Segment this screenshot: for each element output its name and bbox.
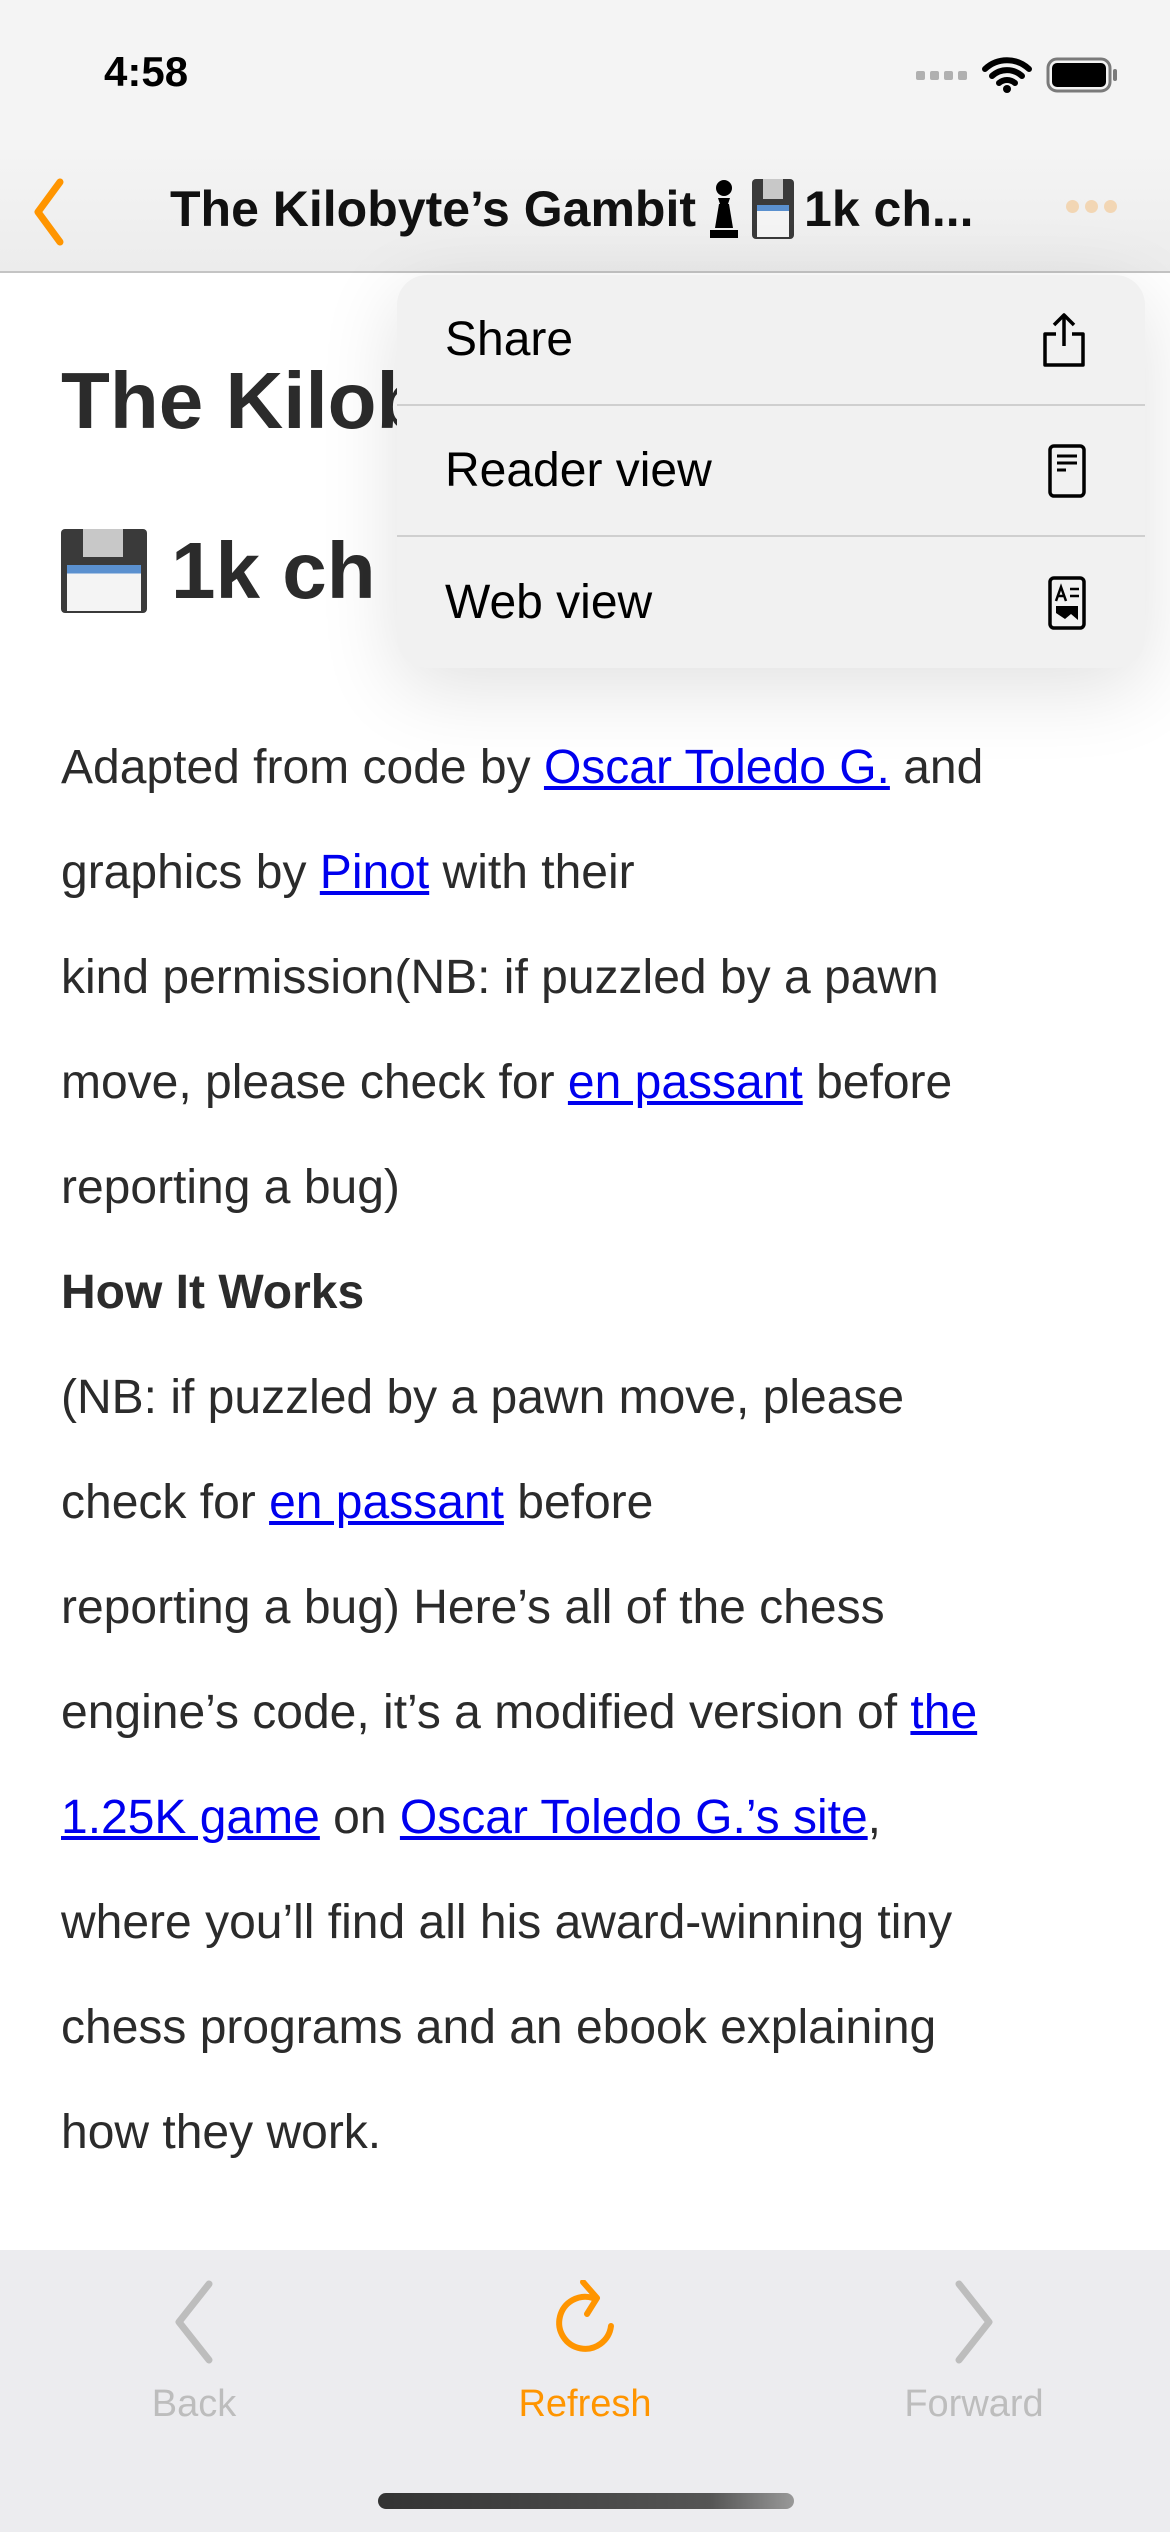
text-segment: check for <box>61 1476 270 1529</box>
text-link[interactable]: Oscar Toledo G. <box>544 741 890 794</box>
menu-item-reader-view[interactable]: Reader view <box>397 406 1145 537</box>
paragraph-line: check for en passant before <box>61 1475 653 1530</box>
paragraph-line: move, please check for en passant before <box>61 1055 952 1110</box>
paragraph-line: (NB: if puzzled by a pawn move, please <box>61 1370 904 1425</box>
paragraph-line: how they work. <box>61 2105 381 2160</box>
text-segment: engine’s code, it’s a modified version o… <box>61 1686 911 1739</box>
more-options-button[interactable] <box>1066 200 1117 213</box>
bottom-toolbar: Back Refresh Forward <box>0 2250 1170 2532</box>
chess-pawn-icon <box>710 180 739 238</box>
text-segment: where you’ll find all his award-winning … <box>61 1896 953 1949</box>
back-button[interactable]: Back <box>74 2280 314 2426</box>
text-link[interactable]: the <box>910 1686 977 1739</box>
text-segment: , <box>867 1791 882 1844</box>
text-segment: graphics by <box>61 846 320 899</box>
status-bar: 4:58 <box>0 0 1170 150</box>
menu-item-web-view[interactable]: Web view <box>397 537 1145 668</box>
text-segment: reporting a bug) Here’s all of the chess <box>61 1581 885 1634</box>
text-segment: and <box>889 741 984 794</box>
text-segment: How It Works <box>61 1266 365 1319</box>
paragraph-line: Adapted from code by Oscar Toledo G. and <box>61 740 983 795</box>
text-link[interactable]: Oscar Toledo G.’s site <box>400 1791 868 1844</box>
floppy-disk-icon <box>61 529 147 613</box>
share-icon <box>1043 312 1085 367</box>
section-heading: How It Works <box>61 1265 364 1320</box>
text-segment: Adapted from code by <box>61 741 544 794</box>
status-icons <box>916 56 1118 94</box>
text-segment: before <box>503 1476 654 1529</box>
chevron-left-icon <box>175 2280 213 2364</box>
paragraph-line: graphics by Pinot with their <box>61 845 635 900</box>
forward-button[interactable]: Forward <box>854 2280 1094 2426</box>
text-segment: kind permission(NB: if puzzled by a pawn <box>61 951 939 1004</box>
back-chevron-icon[interactable] <box>22 170 92 250</box>
text-link[interactable]: 1.25K game <box>61 1791 320 1844</box>
article-title-line-2: 1k ch <box>61 525 376 617</box>
text-segment: (NB: if puzzled by a pawn move, please <box>61 1371 905 1424</box>
refresh-icon <box>556 2279 614 2352</box>
status-time: 4:58 <box>104 48 189 95</box>
home-indicator[interactable] <box>378 2493 794 2509</box>
text-segment: how they work. <box>61 2106 382 2159</box>
paragraph-line: reporting a bug) Here’s all of the chess <box>61 1580 885 1635</box>
floppy-disk-icon <box>752 179 795 239</box>
text-segment: on <box>319 1791 400 1844</box>
text-link[interactable]: Pinot <box>320 846 429 899</box>
options-menu: Share Reader view Web view <box>397 275 1145 668</box>
web-view-icon <box>1048 575 1086 630</box>
text-segment: with their <box>429 846 635 899</box>
navigation-bar: The Kilobyte’s Gambit 1k ch... <box>0 150 1170 273</box>
nav-title: The Kilobyte’s Gambit 1k ch... <box>170 178 974 240</box>
reader-view-icon <box>1048 443 1086 498</box>
menu-item-share[interactable]: Share <box>397 275 1145 406</box>
text-segment: reporting a bug) <box>61 1161 400 1214</box>
text-segment: before <box>802 1056 953 1109</box>
text-link[interactable]: en passant <box>269 1476 504 1529</box>
text-segment: chess programs and an ebook explaining <box>61 2001 937 2054</box>
paragraph-line: chess programs and an ebook explaining <box>61 2000 936 2055</box>
paragraph-line: 1.25K game on Oscar Toledo G.’s site, <box>61 1790 881 1845</box>
battery-icon <box>1046 57 1117 93</box>
refresh-button[interactable]: Refresh <box>465 2279 705 2426</box>
text-link[interactable]: en passant <box>568 1056 803 1109</box>
paragraph-line: kind permission(NB: if puzzled by a pawn <box>61 950 939 1005</box>
wifi-icon <box>982 57 1032 93</box>
chevron-right-icon <box>955 2280 993 2364</box>
paragraph-line: reporting a bug) <box>61 1160 400 1215</box>
paragraph-line: engine’s code, it’s a modified version o… <box>61 1685 977 1740</box>
cellular-signal-icon <box>916 71 967 80</box>
paragraph-line: where you’ll find all his award-winning … <box>61 1895 952 1950</box>
text-segment: move, please check for <box>61 1056 568 1109</box>
